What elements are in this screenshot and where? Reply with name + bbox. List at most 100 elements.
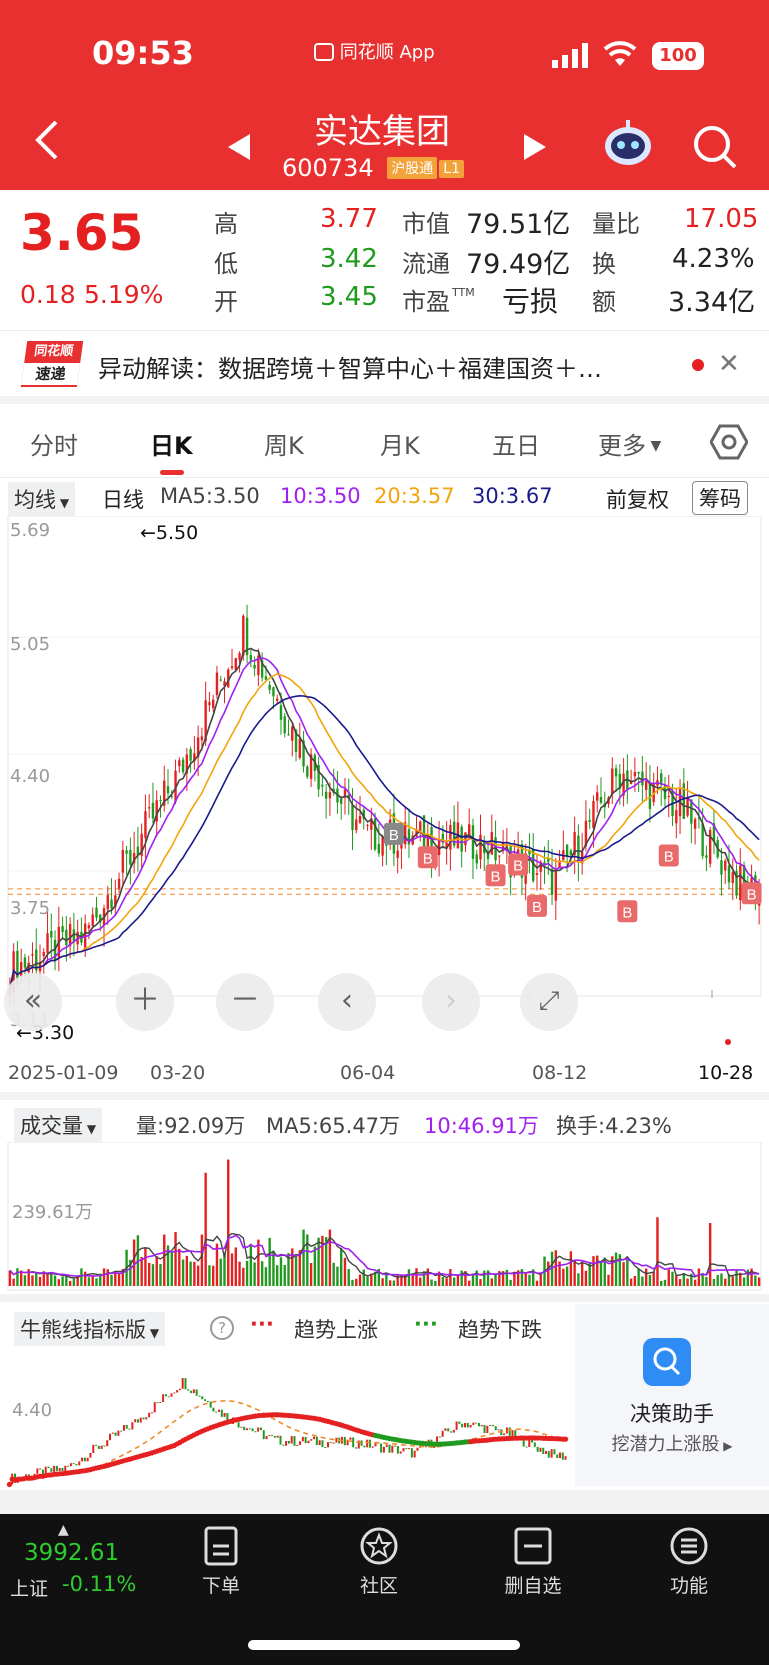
trend-down-swatch-icon: ∙∙∙ — [414, 1312, 438, 1336]
volume-chart[interactable] — [0, 1142, 769, 1292]
bb-candle — [240, 1426, 243, 1428]
bb-candle — [55, 1465, 58, 1471]
bb-candle — [218, 1409, 221, 1412]
bb-candle — [111, 1432, 114, 1434]
bb-candle — [153, 1402, 156, 1413]
scroll-right-button[interactable]: › — [422, 973, 480, 1031]
adjust-label[interactable]: 前复权 — [606, 484, 669, 514]
volume-bar — [102, 1268, 106, 1286]
volume-bar — [230, 1253, 234, 1286]
bb-candle — [469, 1425, 472, 1428]
bb-candle — [50, 1468, 53, 1472]
candle — [328, 792, 332, 799]
candle — [159, 800, 162, 802]
nav-community[interactable]: 社区 — [334, 1526, 424, 1598]
volume-bar — [362, 1269, 365, 1286]
volume-bar — [35, 1272, 38, 1286]
nav-order[interactable]: 下单 — [176, 1526, 266, 1598]
indicator-select[interactable]: 均线 ▼ — [8, 482, 76, 516]
bb-candle — [142, 1417, 145, 1420]
tab-monthly-k[interactable]: 月K — [380, 426, 420, 461]
bullbear-chart[interactable] — [0, 1350, 575, 1490]
volume-bar — [641, 1276, 644, 1286]
robot-assistant-icon[interactable] — [602, 118, 654, 172]
index-value[interactable]: 3992.61 — [24, 1540, 119, 1566]
bb-candle — [480, 1425, 483, 1427]
news-banner[interactable]: 同花顺 速递 异动解读：数据跨境＋智算中心＋福建国资＋… ✕ — [0, 330, 769, 396]
max-price-note: ←5.50 — [140, 522, 199, 544]
candle — [272, 687, 275, 697]
bb-candle — [424, 1446, 427, 1448]
bb-candle — [399, 1451, 402, 1454]
date-axis: 2025-01-09 03-20 06-04 08-12 10-28 — [0, 1056, 769, 1090]
volume-frame — [7, 1142, 762, 1291]
help-icon[interactable]: ? — [210, 1316, 234, 1340]
volume-bar — [422, 1271, 426, 1286]
tab-daily-k[interactable]: 日K — [150, 426, 193, 461]
bb-candle — [78, 1461, 81, 1466]
candle — [121, 849, 125, 873]
volume-bar — [208, 1265, 211, 1286]
bb-candle — [268, 1435, 271, 1437]
bb-candle — [122, 1425, 125, 1431]
menu-circle-icon — [670, 1527, 708, 1565]
bb-candle — [69, 1463, 72, 1467]
candle — [614, 768, 618, 777]
bb-candle — [329, 1442, 332, 1444]
bb-candle — [335, 1437, 338, 1443]
volume-bar — [264, 1267, 268, 1286]
candle — [321, 784, 324, 787]
volume-bar — [754, 1275, 757, 1286]
kline-chart[interactable]: BBBBB BBB — [0, 516, 769, 1046]
bb-candle — [128, 1428, 131, 1430]
stock-name: 实达集团 — [314, 112, 450, 152]
candle — [419, 821, 422, 831]
candle — [588, 820, 591, 822]
bb-candle — [125, 1425, 128, 1429]
tab-weekly-k[interactable]: 周K — [264, 426, 304, 461]
volume-bar — [652, 1271, 655, 1286]
bb-candle — [223, 1413, 226, 1417]
scroll-left-button[interactable]: ‹ — [318, 973, 376, 1031]
volume-bar — [347, 1269, 350, 1286]
zoom-in-button[interactable]: ＋ — [116, 973, 174, 1031]
volume-bar — [449, 1269, 452, 1286]
volume-bar — [61, 1276, 64, 1286]
settings-hex-icon[interactable] — [709, 424, 749, 464]
stock-code-line: 600734 沪股通 L1 — [282, 154, 464, 182]
nav-remove-watchlist[interactable]: 删自选 — [488, 1526, 578, 1598]
candle — [147, 807, 151, 809]
bullbear-indicator-select[interactable]: 牛熊线指标版 ▼ — [14, 1312, 166, 1346]
volume-bar — [452, 1277, 456, 1286]
tab-timeshare[interactable]: 分时 — [30, 426, 78, 461]
search-icon[interactable] — [692, 124, 738, 174]
buy-marker-label: B — [513, 858, 523, 875]
bb-candle — [276, 1435, 279, 1438]
volume-indicator-select[interactable]: 成交量 ▼ — [14, 1108, 103, 1142]
nav-functions[interactable]: 功能 — [644, 1526, 734, 1598]
bb-candle — [257, 1427, 260, 1432]
volume-bar — [306, 1234, 309, 1286]
news-text[interactable]: 异动解读：数据跨境＋智算中心＋福建国资＋… — [98, 349, 602, 384]
candle — [151, 802, 155, 819]
zoom-out-range-button[interactable]: « — [4, 973, 62, 1031]
close-news-icon[interactable]: ✕ — [718, 349, 740, 379]
tab-five-day[interactable]: 五日 — [492, 426, 540, 461]
candle — [324, 791, 328, 799]
bb-candle — [408, 1448, 411, 1450]
date-label: 10-28 — [698, 1062, 754, 1084]
fullscreen-button[interactable]: ⤢ — [520, 973, 578, 1031]
candle — [641, 771, 644, 786]
bb-candle — [86, 1457, 89, 1462]
back-icon[interactable] — [32, 118, 62, 166]
decision-assistant-card[interactable]: 决策助手 挖潜力上涨股 ▶ — [575, 1304, 769, 1486]
tab-more[interactable]: 更多 ▼ — [598, 426, 661, 461]
zoom-out-button[interactable]: － — [216, 973, 274, 1031]
chips-button[interactable]: 筹码 — [692, 481, 748, 515]
bb-candle — [564, 1456, 567, 1460]
next-stock-icon[interactable] — [522, 132, 548, 166]
pe-label: 市盈 TTM — [402, 286, 475, 316]
bb-candle — [360, 1440, 363, 1446]
prev-stock-icon[interactable] — [226, 132, 252, 166]
volume-bar — [151, 1264, 155, 1286]
